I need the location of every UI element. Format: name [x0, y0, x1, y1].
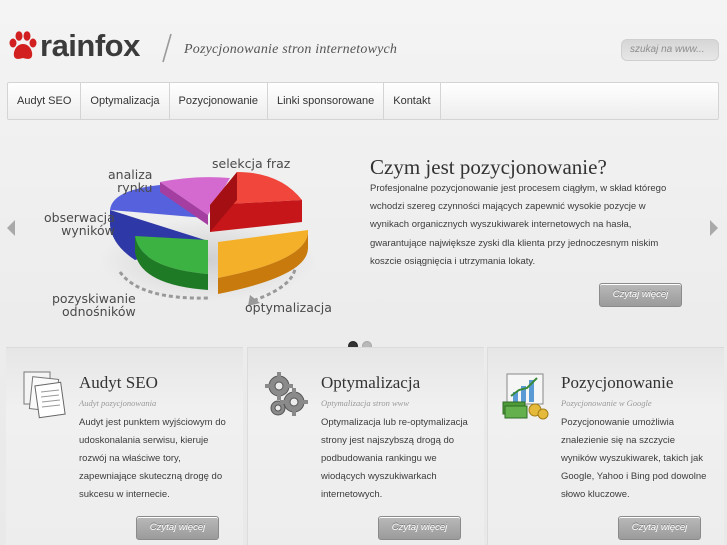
feature-column-pozycjonowanie: Pozycjonowanie Pozycjonowanie w Google P…	[487, 347, 724, 545]
column-subtitle: Pozycjonowanie w Google	[561, 398, 652, 408]
label-analiza-rynku: analiza rynku	[108, 167, 153, 195]
slider-prev-arrow-icon[interactable]	[6, 220, 16, 236]
label-optymalizacja: optymalizacja	[245, 300, 332, 315]
gears-icon	[265, 372, 308, 416]
column-read-more-button[interactable]: Czytaj więcej	[136, 516, 219, 540]
column-read-more-button[interactable]: Czytaj więcej	[378, 516, 461, 540]
nav-item-optymalizacja[interactable]: Optymalizacja	[81, 83, 170, 119]
feature-column-audyt-seo: Audyt SEO Audyt pozycjonowania Audyt jes…	[6, 347, 243, 545]
column-title: Pozycjonowanie	[561, 373, 674, 392]
column-text: Pozycjonowanie umożliwia znalezienie się…	[561, 417, 707, 500]
logo-text: rainfox	[40, 28, 140, 63]
label-selekcja-fraz: selekcja fraz	[212, 156, 291, 171]
column-read-more-button[interactable]: Czytaj więcej	[618, 516, 701, 540]
seo-process-diagram: selekcja fraz analiza rynku obserwacja w…	[40, 150, 340, 325]
chart-money-icon	[502, 373, 549, 420]
logo[interactable]: rainfox	[8, 28, 140, 64]
search-input[interactable]: szukaj na www...	[621, 39, 719, 61]
slide-title: Czym jest pozycjonowanie?	[370, 155, 607, 179]
slider-next-arrow-icon[interactable]	[709, 220, 719, 236]
paw-icon	[8, 29, 38, 63]
divider-slash	[162, 33, 172, 63]
main-nav: Audyt SEO Optymalizacja Pozycjonowanie L…	[7, 82, 719, 120]
column-subtitle: Optymalizacja stron www	[321, 398, 409, 408]
documents-icon	[23, 371, 66, 419]
nav-item-linki-sponsorowane[interactable]: Linki sponsorowane	[268, 83, 385, 119]
feature-column-optymalizacja: Optymalizacja Optymalizacja stron www Op…	[247, 347, 484, 545]
slide-read-more-button[interactable]: Czytaj więcej	[599, 283, 682, 307]
slide-text: Profesjonalne pozycjonowanie jest proces…	[370, 183, 667, 267]
column-subtitle: Audyt pozycjonowania	[79, 398, 157, 408]
column-text: Audyt jest punktem wyjściowym do udoskon…	[79, 417, 226, 500]
column-title: Audyt SEO	[79, 373, 158, 392]
label-obserwacja-wynikow: obserwacja wyników	[44, 210, 115, 238]
nav-item-pozycjonowanie[interactable]: Pozycjonowanie	[170, 83, 268, 119]
tagline: Pozycjonowanie stron internetowych	[184, 42, 398, 57]
column-title: Optymalizacja	[321, 373, 421, 392]
column-text: Optymalizacja lub re-optymalizacja stron…	[321, 417, 468, 500]
page: rainfox Pozycjonowanie stron internetowy…	[0, 0, 727, 545]
nav-item-audyt-seo[interactable]: Audyt SEO	[8, 83, 82, 119]
nav-item-kontakt[interactable]: Kontakt	[384, 83, 441, 119]
label-pozyskiwanie-odnosnikow: pozyskiwanie odnośników	[52, 291, 136, 319]
